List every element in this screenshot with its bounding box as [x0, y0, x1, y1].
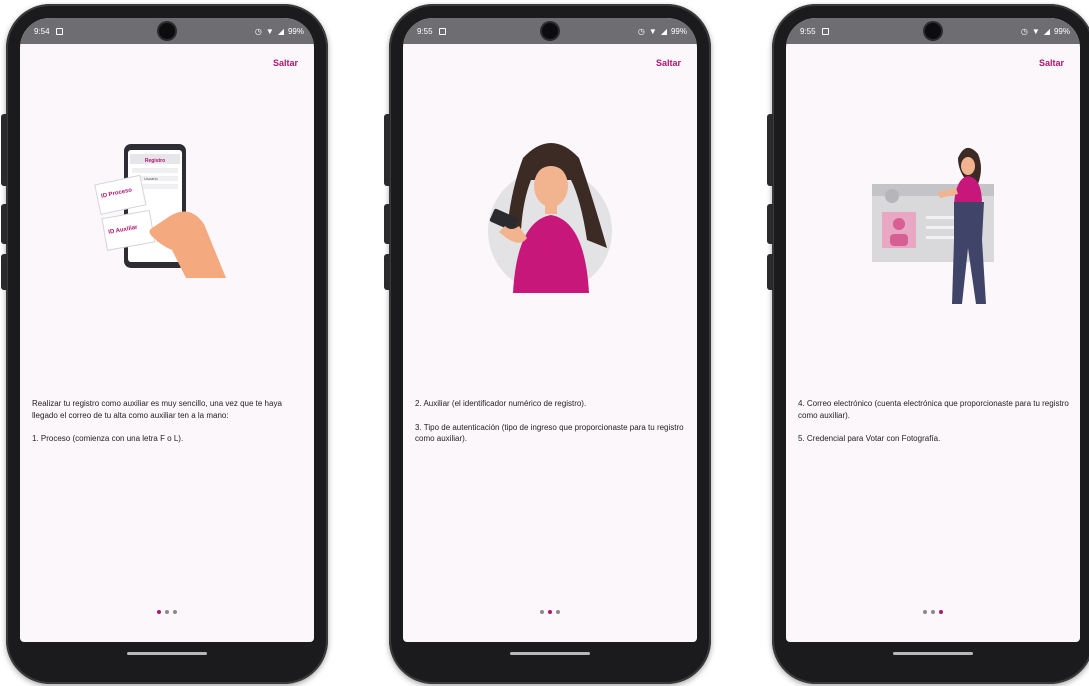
- wifi-icon: ▼: [648, 26, 657, 36]
- battery-level: 99%: [287, 26, 304, 36]
- page-dot-3[interactable]: [173, 610, 177, 614]
- alarm-icon: ◷: [1020, 26, 1028, 36]
- status-time: 9:55: [800, 26, 816, 36]
- power-button: [767, 114, 773, 186]
- onboarding-text: 2. Auxiliar (el identificador numérico d…: [415, 398, 687, 457]
- step-paragraph-auxiliar: 2. Auxiliar (el identificador numérico d…: [415, 399, 587, 408]
- woman-with-id-card-illustration: [872, 147, 994, 304]
- skip-button[interactable]: Saltar: [273, 58, 298, 68]
- skip-button[interactable]: Saltar: [656, 58, 681, 68]
- volume-up-button: [767, 204, 773, 244]
- step-paragraph-credential: 5. Credencial para Votar con Fotografía.: [798, 434, 941, 444]
- page-indicator[interactable]: [403, 610, 697, 614]
- onboarding-screen-1: 9:54 ◷ ▼ ◢ 99% Saltar Registro Usuario I: [20, 18, 314, 642]
- wifi-icon: ▼: [265, 26, 274, 36]
- page-dot-1[interactable]: [923, 610, 927, 614]
- navigation-bar: [786, 642, 1080, 670]
- page-dot-3[interactable]: [556, 610, 560, 614]
- woman-holding-phone-illustration: [488, 143, 612, 293]
- onboarding-text: Realizar tu registro como auxiliar es mu…: [32, 398, 304, 457]
- notification-icon: [821, 27, 829, 35]
- navigation-bar: [403, 642, 697, 670]
- notification-icon: [55, 27, 63, 35]
- alarm-icon: ◷: [637, 26, 645, 36]
- volume-down-button: [384, 254, 390, 290]
- page-dot-2[interactable]: [931, 610, 935, 614]
- form-field-label: Usuario: [144, 176, 159, 181]
- phone-frame-2: 9:55 ◷ ▼ ◢ 99% Saltar 2. Auxiliar (el id…: [384, 4, 711, 684]
- status-time: 9:54: [34, 26, 50, 36]
- volume-up-button: [1, 204, 7, 244]
- alarm-icon: ◷: [254, 26, 262, 36]
- page-dot-2[interactable]: [165, 610, 169, 614]
- form-title: Registro: [145, 158, 165, 164]
- home-gesture-handle[interactable]: [893, 652, 973, 655]
- skip-button[interactable]: Saltar: [1039, 58, 1064, 68]
- onboarding-text: 4. Correo electrónico (cuenta electrónic…: [798, 398, 1070, 457]
- wifi-icon: ▼: [1031, 26, 1040, 36]
- step-paragraph-email: 4. Correo electrónico (cuenta electrónic…: [798, 399, 1069, 420]
- navigation-bar: [20, 642, 314, 670]
- signal-icon: ◢: [660, 26, 667, 36]
- front-camera: [925, 23, 941, 39]
- phone-frame-1: 9:54 ◷ ▼ ◢ 99% Saltar Registro Usuario I: [1, 4, 328, 684]
- notification-icon: [438, 27, 446, 35]
- power-button: [1, 114, 7, 186]
- volume-up-button: [384, 204, 390, 244]
- intro-paragraph: Realizar tu registro como auxiliar es mu…: [32, 399, 282, 420]
- step-paragraph-authentication: 3. Tipo de autenticación (tipo de ingres…: [415, 422, 684, 444]
- front-camera: [159, 23, 175, 39]
- status-time: 9:55: [417, 26, 433, 36]
- battery-level: 99%: [670, 26, 687, 36]
- page-dot-3[interactable]: [939, 610, 943, 614]
- power-button: [384, 114, 390, 186]
- page-indicator[interactable]: [786, 610, 1080, 614]
- page-indicator[interactable]: [20, 610, 314, 614]
- phone-frame-3: 9:55 ◷ ▼ ◢ 99% Saltar 4. Correo electrón…: [767, 4, 1089, 684]
- battery-level: 99%: [1053, 26, 1070, 36]
- page-dot-1[interactable]: [540, 610, 544, 614]
- front-camera: [542, 23, 558, 39]
- home-gesture-handle[interactable]: [127, 652, 207, 655]
- phone-registration-form-illustration: Registro Usuario ID Proceso ID Auxiliar: [94, 144, 226, 278]
- onboarding-screen-3: 9:55 ◷ ▼ ◢ 99% Saltar 4. Correo electrón…: [786, 18, 1080, 642]
- volume-down-button: [767, 254, 773, 290]
- step-paragraph: 1. Proceso (comienza con una letra F o L…: [32, 434, 184, 444]
- page-dot-2[interactable]: [548, 610, 552, 614]
- home-gesture-handle[interactable]: [510, 652, 590, 655]
- page-dot-1[interactable]: [157, 610, 161, 614]
- volume-down-button: [1, 254, 7, 290]
- signal-icon: ◢: [1043, 26, 1050, 36]
- onboarding-screen-2: 9:55 ◷ ▼ ◢ 99% Saltar 2. Auxiliar (el id…: [403, 18, 697, 642]
- signal-icon: ◢: [277, 26, 284, 36]
